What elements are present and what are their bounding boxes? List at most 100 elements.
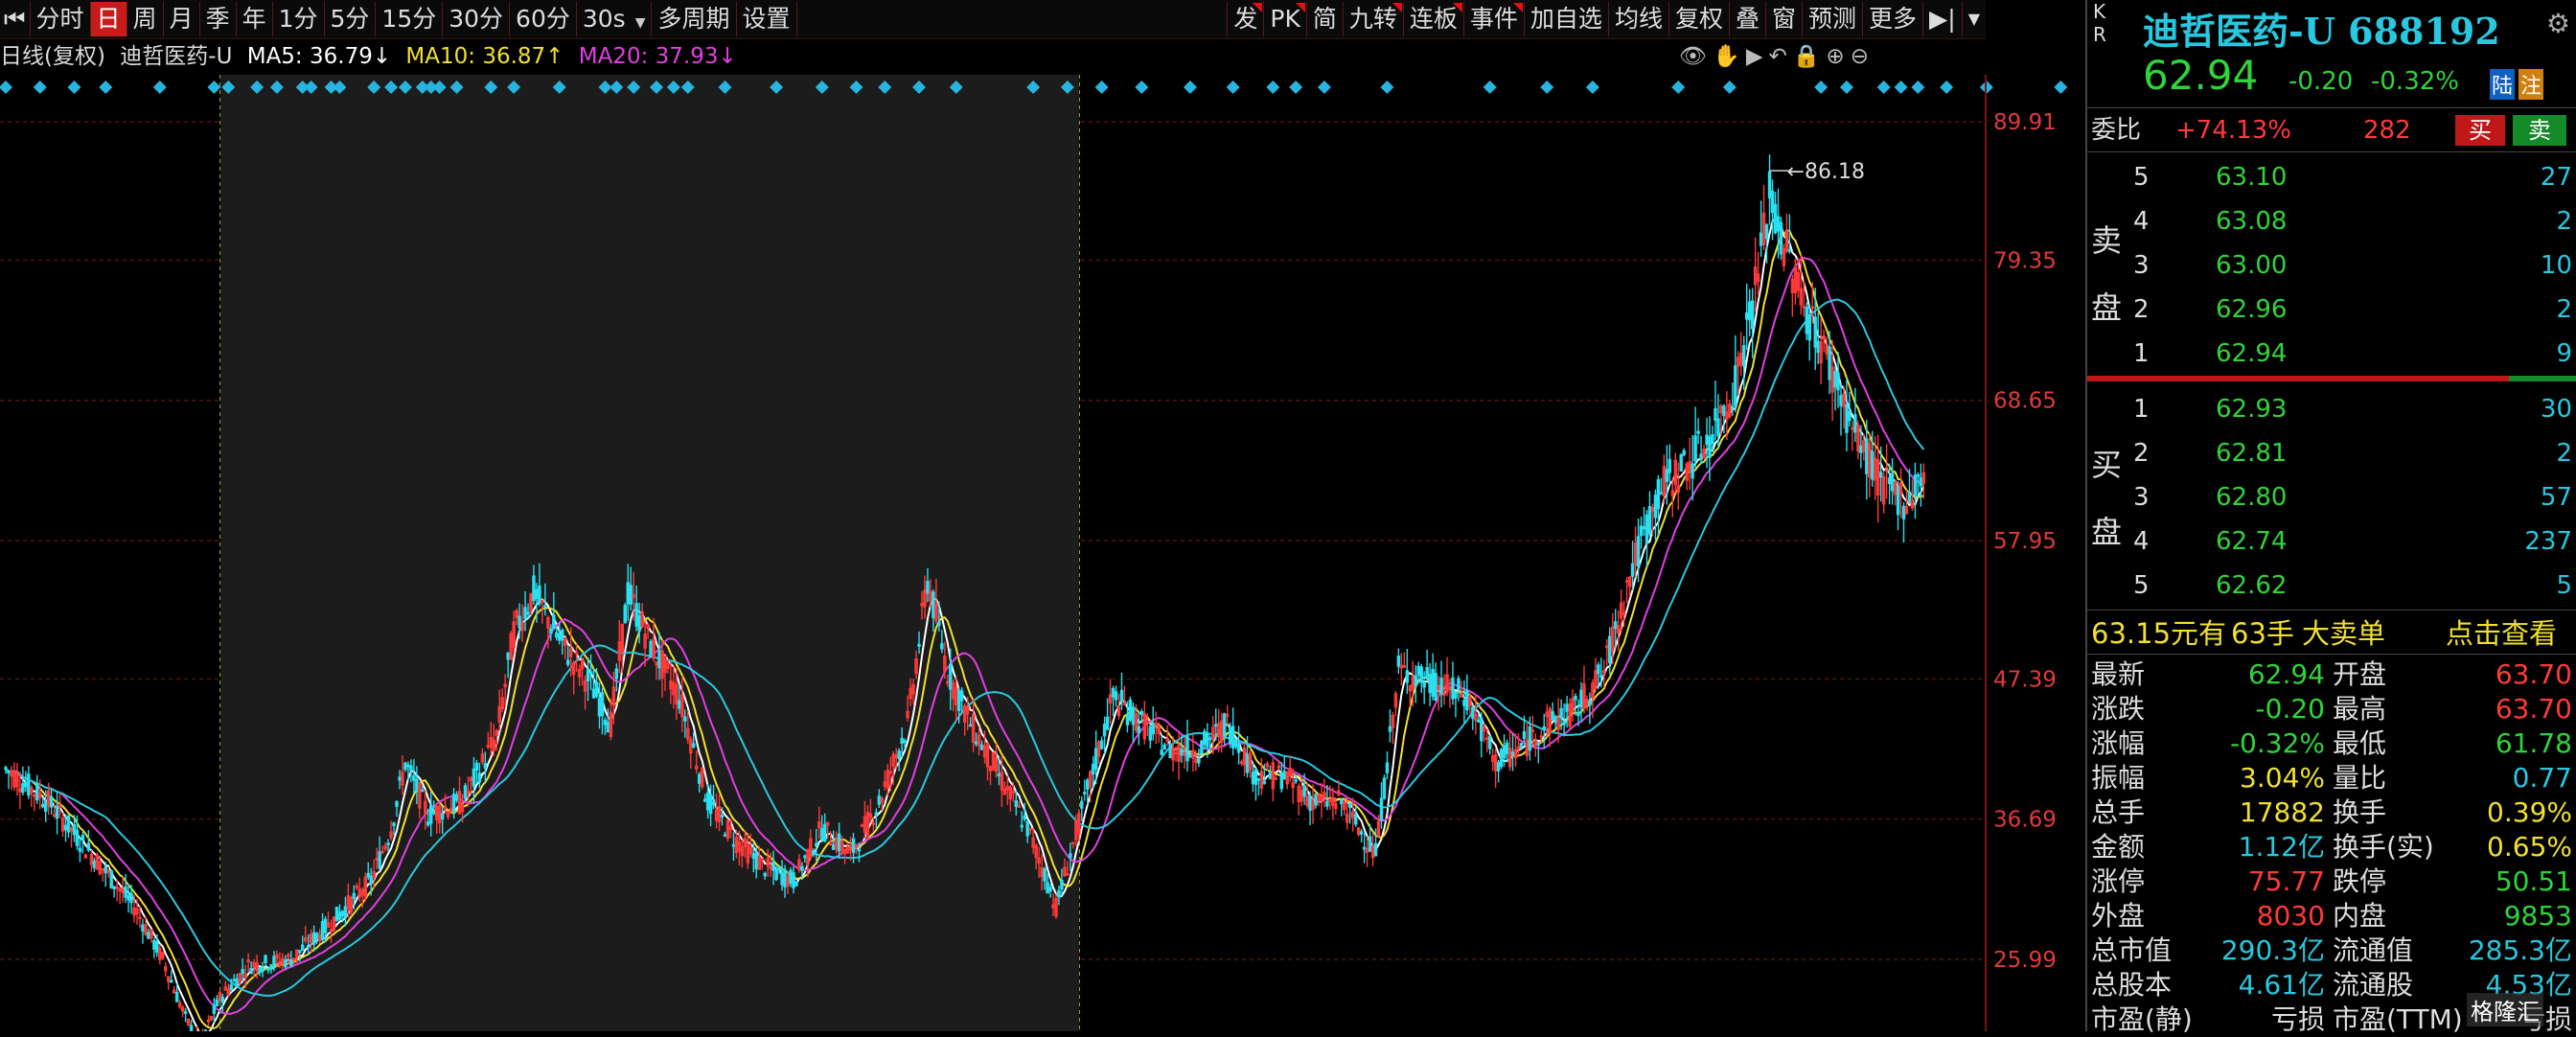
candle-body xyxy=(780,872,784,886)
candle-body xyxy=(926,580,930,594)
toolbar-right-btn-4[interactable]: 连板 xyxy=(1402,2,1463,36)
toolbar-right-btn-5[interactable]: 事件 xyxy=(1462,2,1524,36)
toolbar-right-btn-10[interactable]: 窗 xyxy=(1764,2,1802,36)
watermark-logo: 格隆汇 xyxy=(2467,993,2543,1026)
candle-body xyxy=(1522,730,1527,740)
toolbar-left-btn-12[interactable]: 多周期 xyxy=(652,2,737,36)
candle-body xyxy=(959,690,964,702)
y-tick-label: 47.39 xyxy=(1993,667,2057,692)
candle-body xyxy=(1731,405,1735,409)
gear-icon[interactable]: ⚙ xyxy=(2546,8,2570,39)
candle-body xyxy=(637,614,641,632)
toolbar-left-btn-4[interactable]: 季 xyxy=(200,2,237,36)
toolbar-right-btn-7[interactable]: 均线 xyxy=(1607,2,1668,36)
toolbar-left-btn-9[interactable]: 30分 xyxy=(443,2,511,36)
asks-row[interactable]: 3 63.00 10 xyxy=(2087,243,2576,288)
candle-body xyxy=(306,944,310,948)
ma10-label: MA10: 36.87↑ xyxy=(405,44,564,69)
asks-row[interactable]: 4 63.08 2 xyxy=(2087,199,2576,243)
signal-marker xyxy=(1317,81,1331,94)
candle-body xyxy=(1477,719,1481,723)
bids-row[interactable]: 5 62.62 5 xyxy=(2087,564,2576,608)
toolbar-left-btn-3[interactable]: 月 xyxy=(164,2,200,36)
candle-body xyxy=(1536,743,1541,746)
bids-row[interactable]: 1 62.93 30 xyxy=(2087,387,2576,431)
candle-body xyxy=(968,724,973,727)
candle-body xyxy=(940,643,944,650)
candle-body xyxy=(831,844,836,850)
toolbar-right-btn-1[interactable]: PK xyxy=(1263,2,1306,36)
asks-row[interactable]: 1 62.94 9 xyxy=(2087,332,2576,376)
candle-body xyxy=(1125,715,1130,726)
candle-body xyxy=(1597,664,1600,675)
candle-body xyxy=(421,789,425,793)
candle-body xyxy=(334,907,339,922)
toolbar-left-btn-6[interactable]: 1分 xyxy=(273,2,325,36)
candle-body xyxy=(1388,726,1392,732)
asks-row[interactable]: 2 62.96 2 xyxy=(2087,288,2576,332)
signal-marker xyxy=(67,81,81,94)
toolbar-left-btn-7[interactable]: 5分 xyxy=(325,2,377,36)
toolbar-left-btn-10[interactable]: 60分 xyxy=(510,2,577,36)
hk-connect-badge: 陆 xyxy=(2490,69,2516,100)
toolbar-left-btn-5[interactable]: 年 xyxy=(237,2,273,36)
candle-body xyxy=(78,847,82,852)
candle-body xyxy=(1480,717,1484,742)
candle-body xyxy=(366,872,370,878)
asks-row[interactable]: 5 63.10 27 xyxy=(2087,155,2576,199)
candle-body xyxy=(1639,525,1644,537)
bids-row[interactable]: 4 62.74 237 xyxy=(2087,519,2576,564)
candle-body xyxy=(1314,794,1318,806)
candle-body xyxy=(86,842,91,851)
sell-button[interactable]: 卖 xyxy=(2513,115,2566,146)
candle-body xyxy=(1510,751,1515,754)
dropdown-icon[interactable]: ▼ xyxy=(1961,2,1986,36)
y-tick-label: 68.65 xyxy=(1993,389,2057,414)
toolbar-left-btn-8[interactable]: 15分 xyxy=(376,2,444,36)
candle-body xyxy=(1759,232,1763,246)
toolbar-left-btn-11[interactable]: 30s xyxy=(577,2,653,36)
view-link[interactable]: 点击查看 xyxy=(2446,613,2557,654)
candle-body xyxy=(1279,772,1284,790)
bids-row[interactable]: 2 62.81 2 xyxy=(2087,431,2576,475)
candle-body xyxy=(474,762,479,772)
expand-icon[interactable]: ▶| xyxy=(1922,2,1962,36)
toolbar-right-btn-11[interactable]: 预测 xyxy=(1802,2,1862,36)
candle-body xyxy=(1465,690,1469,711)
candle-body xyxy=(1553,716,1557,724)
toolbar-right-btn-0[interactable]: 发 xyxy=(1227,2,1263,36)
kline-chart[interactable]: ✕ 89.9179.3568.6557.9547.3936.6925.99 ←8… xyxy=(0,75,2085,1031)
candle-body xyxy=(21,783,25,794)
toolbar-right-btn-6[interactable]: 加自选 xyxy=(1523,2,1608,36)
candle-body xyxy=(956,689,961,711)
toolbar-right-btn-3[interactable]: 九转 xyxy=(1342,2,1403,36)
toolbar-left-btn-1[interactable]: 日 xyxy=(90,2,127,36)
toolbar-left-btn-13[interactable]: 设置 xyxy=(737,2,797,36)
candle-body xyxy=(1699,453,1703,461)
candle-body xyxy=(1608,635,1612,664)
candle-body xyxy=(112,886,116,890)
big-order-bar[interactable]: 63.15元有 63手 大卖单 点击查看 xyxy=(2087,613,2576,654)
signal-marker xyxy=(1094,81,1109,94)
candle-body xyxy=(35,782,39,801)
buy-button[interactable]: 买 xyxy=(2455,115,2505,146)
toolbar-left-btn-0[interactable]: 分时 xyxy=(31,2,91,36)
toolbar-right-btn-9[interactable]: 叠 xyxy=(1728,2,1765,36)
bids-row[interactable]: 3 62.80 57 xyxy=(2087,475,2576,519)
toolbar-right-btn-8[interactable]: 复权 xyxy=(1668,2,1729,36)
signal-marker xyxy=(1183,81,1197,94)
candle-body xyxy=(1722,405,1726,417)
candle-body xyxy=(1385,762,1390,773)
toolbar-right-btn-2[interactable]: 简 xyxy=(1305,2,1343,36)
candle-body xyxy=(337,911,342,920)
toolbar-right-btn-12[interactable]: 更多 xyxy=(1862,2,1922,36)
signal-marker xyxy=(1226,81,1240,94)
toolbar-left-btn-2[interactable]: 周 xyxy=(127,2,164,36)
candle-body xyxy=(903,740,907,744)
nav-back-icon[interactable]: ⏮ xyxy=(0,2,31,36)
candle-body xyxy=(1428,673,1432,694)
candle-body xyxy=(1431,668,1435,697)
chart-tool-icons[interactable]: 👁✋▶↶🔒⊕⊖ xyxy=(1679,40,1874,73)
candle-body xyxy=(600,692,605,717)
candle-body xyxy=(626,582,630,605)
